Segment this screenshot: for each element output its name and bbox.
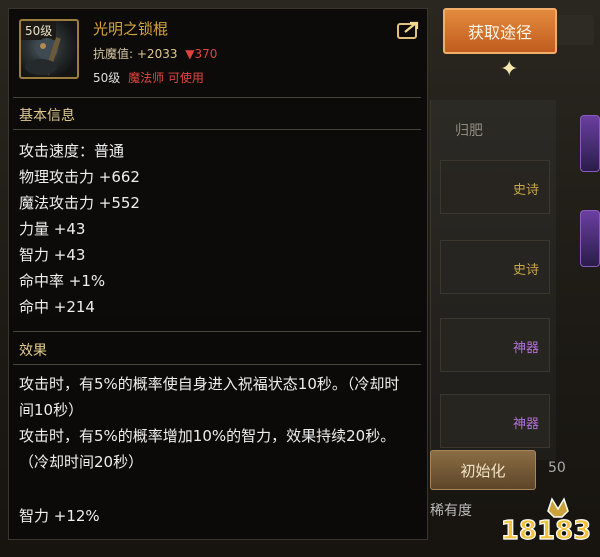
list-row[interactable]: 史诗 bbox=[440, 240, 550, 294]
watermark-text: 18183 bbox=[501, 516, 591, 546]
count-value: 50 bbox=[548, 460, 566, 476]
list-row[interactable]: 史诗 bbox=[440, 160, 550, 214]
resist-diff: ▼370 bbox=[185, 47, 218, 61]
stat-physical-attack: 物理攻击力 +662 bbox=[19, 168, 140, 186]
get-source-button[interactable]: 获取途径 bbox=[443, 8, 557, 54]
effect-line: 攻击时，有5%的概率使自身进入祝福状态10秒。（冷却时间10秒） bbox=[19, 375, 400, 419]
effect-bonus: 智力 +12% bbox=[19, 507, 100, 525]
rarity-label: 稀有度 bbox=[430, 503, 472, 519]
resist-value: +2033 bbox=[136, 47, 178, 61]
effect-line: 攻击时，有5%的概率增加10%的智力，效果持续20秒。（冷却时间20秒） bbox=[19, 427, 396, 471]
stat-hit: 命中 +214 bbox=[19, 298, 95, 316]
divider bbox=[13, 364, 421, 365]
stat-magic-attack: 魔法攻击力 +552 bbox=[19, 194, 140, 212]
item-name: 光明之锁棍 bbox=[93, 20, 169, 38]
basic-info-title: 基本信息 bbox=[19, 108, 75, 124]
stat-hit-rate: 命中率 +1% bbox=[19, 272, 106, 290]
stat-intelligence: 智力 +43 bbox=[19, 246, 86, 264]
reset-button[interactable]: 初始化 bbox=[430, 450, 536, 490]
item-header: 50级 光明之锁棍 抗魔值: +2033 ▼370 50级 魔法师 可使用 bbox=[9, 9, 427, 97]
stat-strength: 力量 +43 bbox=[19, 220, 86, 238]
stat-attack-speed: 攻击速度：普通 bbox=[19, 142, 125, 160]
sparkle-icon: ✦ bbox=[500, 57, 519, 82]
share-icon[interactable] bbox=[397, 21, 419, 39]
resist-row: 抗魔值: +2033 ▼370 bbox=[93, 45, 217, 62]
required-class: 魔法师 可使用 bbox=[128, 71, 204, 85]
item-slot[interactable] bbox=[580, 210, 600, 267]
requirement-row: 50级 魔法师 可使用 bbox=[93, 69, 204, 86]
staff-icon bbox=[25, 37, 61, 75]
required-level: 50级 bbox=[93, 71, 121, 85]
list-row[interactable]: 神器 bbox=[440, 394, 550, 448]
item-tooltip: 50级 光明之锁棍 抗魔值: +2033 ▼370 50级 魔法师 可使用 基本… bbox=[8, 8, 428, 540]
watermark-logo: 18183 bbox=[500, 497, 592, 547]
effect-title: 效果 bbox=[19, 343, 47, 359]
divider bbox=[13, 331, 421, 332]
resist-label: 抗魔值: bbox=[93, 47, 134, 61]
divider bbox=[13, 97, 421, 98]
list-row[interactable]: 神器 bbox=[440, 318, 550, 372]
list-tab[interactable]: 归肥 bbox=[455, 120, 483, 140]
item-slot[interactable] bbox=[580, 115, 600, 172]
divider bbox=[13, 129, 421, 130]
item-icon: 50级 bbox=[19, 19, 79, 79]
